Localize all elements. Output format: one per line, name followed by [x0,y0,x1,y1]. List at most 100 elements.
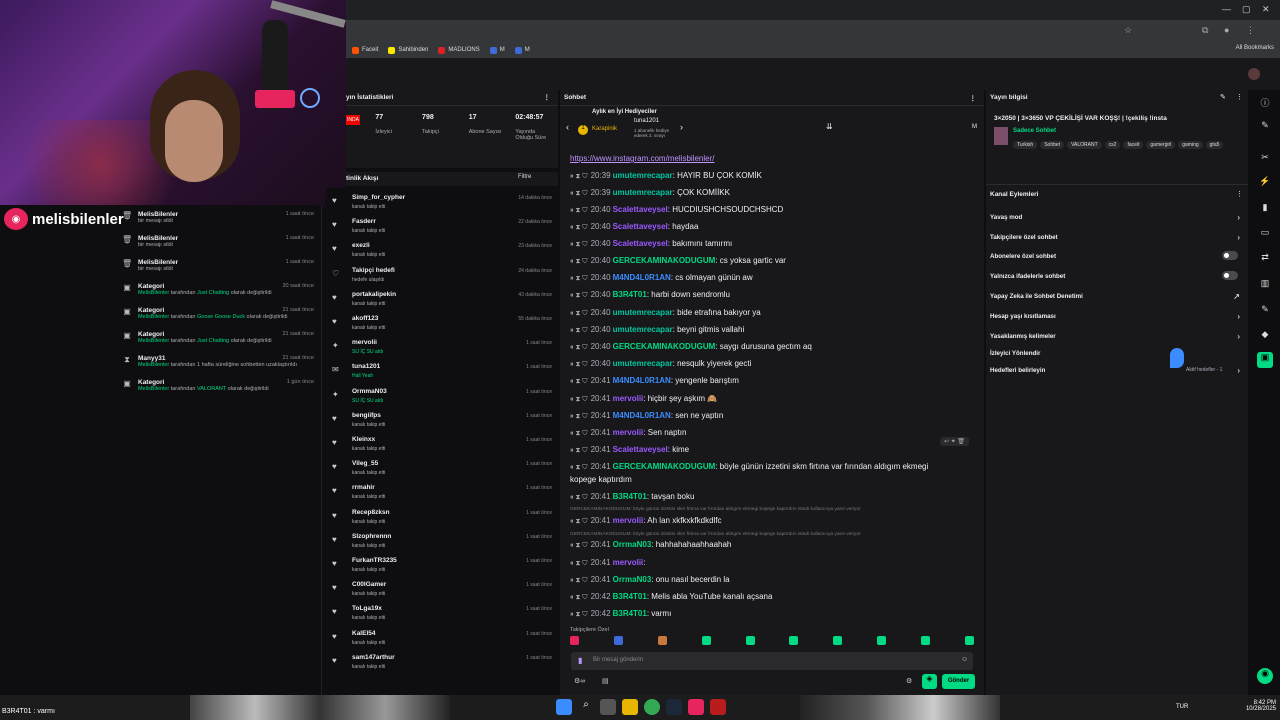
tag[interactable]: VALORANT [1067,141,1102,149]
tag[interactable]: gta5 [1205,141,1224,149]
chevron-right-icon[interactable]: › [680,122,683,132]
lightning-icon[interactable]: ⚡ [1257,176,1273,192]
message-tools-icon[interactable]: ⏸ ⧗ ⛉ [570,447,588,454]
channel-action-item[interactable]: Hesap yaşı kısıtlaması › [990,312,1244,321]
chat-message[interactable]: ⏸ ⧗ ⛉ 20:40 Scalettaveysel: HUCDIUSHCHSOUD… [570,205,783,215]
chat-username[interactable]: umutemrecapar [613,325,673,334]
emote-icon[interactable] [964,636,974,645]
address-bar[interactable]: ☆ ⧉ ● ⋮ [346,20,1280,42]
steam-icon[interactable] [666,699,682,715]
windows-start-icon[interactable] [556,699,572,715]
chat-username[interactable]: Scalettaveysel [613,239,668,248]
chevron-right-icon[interactable]: › [1237,332,1240,341]
message-tools-icon[interactable]: ⏸ ⧗ ⛉ [570,275,588,282]
message-tools-icon[interactable]: ⏸ ⧗ ⛉ [570,611,588,618]
emote-icon[interactable] [833,636,843,645]
chevron-right-icon[interactable]: ↗ [1233,292,1240,301]
chat-message[interactable]: ⏸ ⧗ ⛉ 20:42 B3R4T01: Melis abla YouTube ka… [570,592,772,602]
collapse-icon[interactable]: ⇊ [826,122,833,131]
chat-username[interactable]: GERCEKAMINAKODUGUM [613,256,716,265]
chat-input[interactable]: Bir mesaj gönderin [571,652,973,670]
chat-message[interactable]: ⏸ ⧗ ⛉ 20:40 GERCEKAMINAKODUGUM: saygı duru… [570,342,812,352]
feed-user[interactable]: Vileg_55 [352,460,378,467]
edit-icon[interactable]: ✎ [1220,93,1226,101]
feed-user[interactable]: exezli [352,242,370,249]
toggle-switch[interactable] [1222,251,1238,260]
chat-message[interactable]: ⏸ ⧗ ⛉ 20:41 GERCEKAMINAKODUGUM: böyle günü… [570,462,928,472]
channel-action-item[interactable]: Yavaş mod › [990,213,1244,222]
chat-username[interactable]: Scalettaveysel [613,445,668,454]
feed-user[interactable]: mervolii [352,339,377,346]
channel-action-item[interactable]: Yapay Zeka ile Sohbet Denetimi ↗ [990,292,1244,301]
chat-message[interactable]: ⏸ ⧗ ⛉ 20:40 umutemrecapar: beyni gitmis va… [570,325,744,335]
feed-user[interactable]: Takipçi hedefi [352,267,395,274]
chat-message[interactable]: ⏸ ⧗ ⛉ 20:41 M4ND4L0R1AN: yengenle barıştım [570,376,739,386]
chat-username[interactable]: mervolii [613,558,644,567]
message-tools-icon[interactable]: ⏸ ⧗ ⛉ [570,464,588,471]
chevron-left-icon[interactable]: ‹ [566,122,569,132]
chat-username[interactable]: OrrmaN03 [613,575,652,584]
chat-tools-icon[interactable]: ▤ [602,677,609,685]
star-icon[interactable]: ☆ [1124,25,1132,36]
message-tools-icon[interactable]: ⏸ ⧗ ⛉ [570,594,588,601]
chat-username[interactable]: B3R4T01 [613,290,647,299]
more-icon[interactable]: ⋮ [1236,190,1243,198]
emoji-icon[interactable]: ☺ [961,656,968,663]
more-icon[interactable]: ⋮ [970,94,977,102]
bookmark-m1[interactable]: M [489,46,505,54]
chat-username[interactable]: umutemrecapar [613,308,673,317]
chat-message[interactable]: ⏸ ⧗ ⛉ 20:41 Scalettaveysel: kime [570,445,689,455]
toggle-switch[interactable] [1222,271,1238,280]
filter-button[interactable]: Filtre [518,174,531,180]
send-button[interactable]: Gönder [942,674,975,689]
system-clock[interactable]: 8:42 PM 10/28/2025 [1232,700,1276,712]
minimize-icon[interactable]: — [1222,4,1231,14]
tag[interactable]: faceit [1123,141,1144,149]
chat-username[interactable]: GERCEKAMINAKODUGUM [613,462,716,471]
chevron-right-icon[interactable]: › [1237,312,1240,321]
language-indicator[interactable]: TUR [1176,704,1188,710]
message-tools-icon[interactable]: ⏸ ⧗ ⛉ [570,361,588,368]
chat-username[interactable]: GERCEKAMINAKODUGUM [613,342,716,351]
emote-icon[interactable] [921,636,930,645]
bookmark-madlions[interactable]: MADLIONS [438,46,480,54]
sword-icon[interactable]: ✂ [1257,152,1273,168]
file-explorer-icon[interactable] [622,699,638,715]
emote-icon[interactable] [745,636,755,645]
chat-username[interactable]: M4ND4L0R1AN [613,411,671,420]
chat-message[interactable]: ⏸ ⧗ ⛉ 20:41 mervolii: hiçbir şey aşkım 🙈 [570,394,717,404]
chat-username[interactable]: B3R4T01 [613,592,647,601]
chat-message[interactable]: ⏸ ⧗ ⛉ 20:41 OrrmaN03: hahhahahaahhaahah [570,540,731,550]
feed-user[interactable]: tuna1201 [352,363,380,370]
mod-icon[interactable]: M [972,124,977,130]
chat-username[interactable]: mervolii [613,394,644,403]
bookmark-m2[interactable]: M [514,46,530,54]
feed-user[interactable]: KalEl54 [352,630,376,637]
maximize-icon[interactable]: ▢ [1242,4,1251,15]
message-tools-icon[interactable]: ⏸ ⧗ ⛉ [570,207,588,214]
message-tools-icon[interactable]: ⏸ ⧗ ⛉ [570,518,588,525]
feed-user[interactable]: FurkanTR3235 [352,557,397,564]
chat-username[interactable]: mervolii [613,428,644,437]
more-icon[interactable]: ⋮ [544,93,551,101]
instagram-link[interactable]: https://www.instagram.com/melisbilenler/ [570,154,715,163]
channel-action-item[interactable]: Yasaklanmış kelimeler › [990,332,1244,341]
message-actions[interactable]: ↩ ✦ 🗑 [940,437,970,446]
chat-username[interactable]: B3R4T01 [613,609,647,618]
chat-message[interactable]: ⏸ ⧗ ⛉ 20:41 mervolii: Ah lan xkfkxkfkdkdlf… [570,516,722,526]
chat-message[interactable]: ⏸ ⧗ ⛉ 20:40 Scalettaveysel: bakımını tamır… [570,239,732,249]
close-icon[interactable]: ✕ [1262,4,1270,15]
tag[interactable]: Turkish [1013,141,1038,149]
message-tools-icon[interactable]: ⏸ ⧗ ⛉ [570,542,588,549]
chat-message[interactable]: ⏸ ⧗ ⛉ 20:40 B3R4T01: harbi down sendromlu [570,290,730,300]
message-tools-icon[interactable]: ⏸ ⧗ ⛉ [570,224,588,231]
tag[interactable]: gamergirl [1146,141,1176,149]
widget-icon[interactable]: ◆ [1257,329,1273,345]
chat-message[interactable]: ⏸ ⧗ ⛉ 20:39 umutemrecapar: ÇOK KOMİİKK [570,188,730,198]
tag[interactable]: gaming [1178,141,1203,149]
chevron-right-icon[interactable]: › [1237,213,1240,222]
channel-action-item[interactable]: İzleyici Yönlendir [990,350,1244,357]
profile-icon[interactable]: ● [1224,25,1229,35]
feed-user[interactable]: Fasderr [352,218,376,225]
green-chat-icon[interactable]: ◉ [1257,668,1273,684]
